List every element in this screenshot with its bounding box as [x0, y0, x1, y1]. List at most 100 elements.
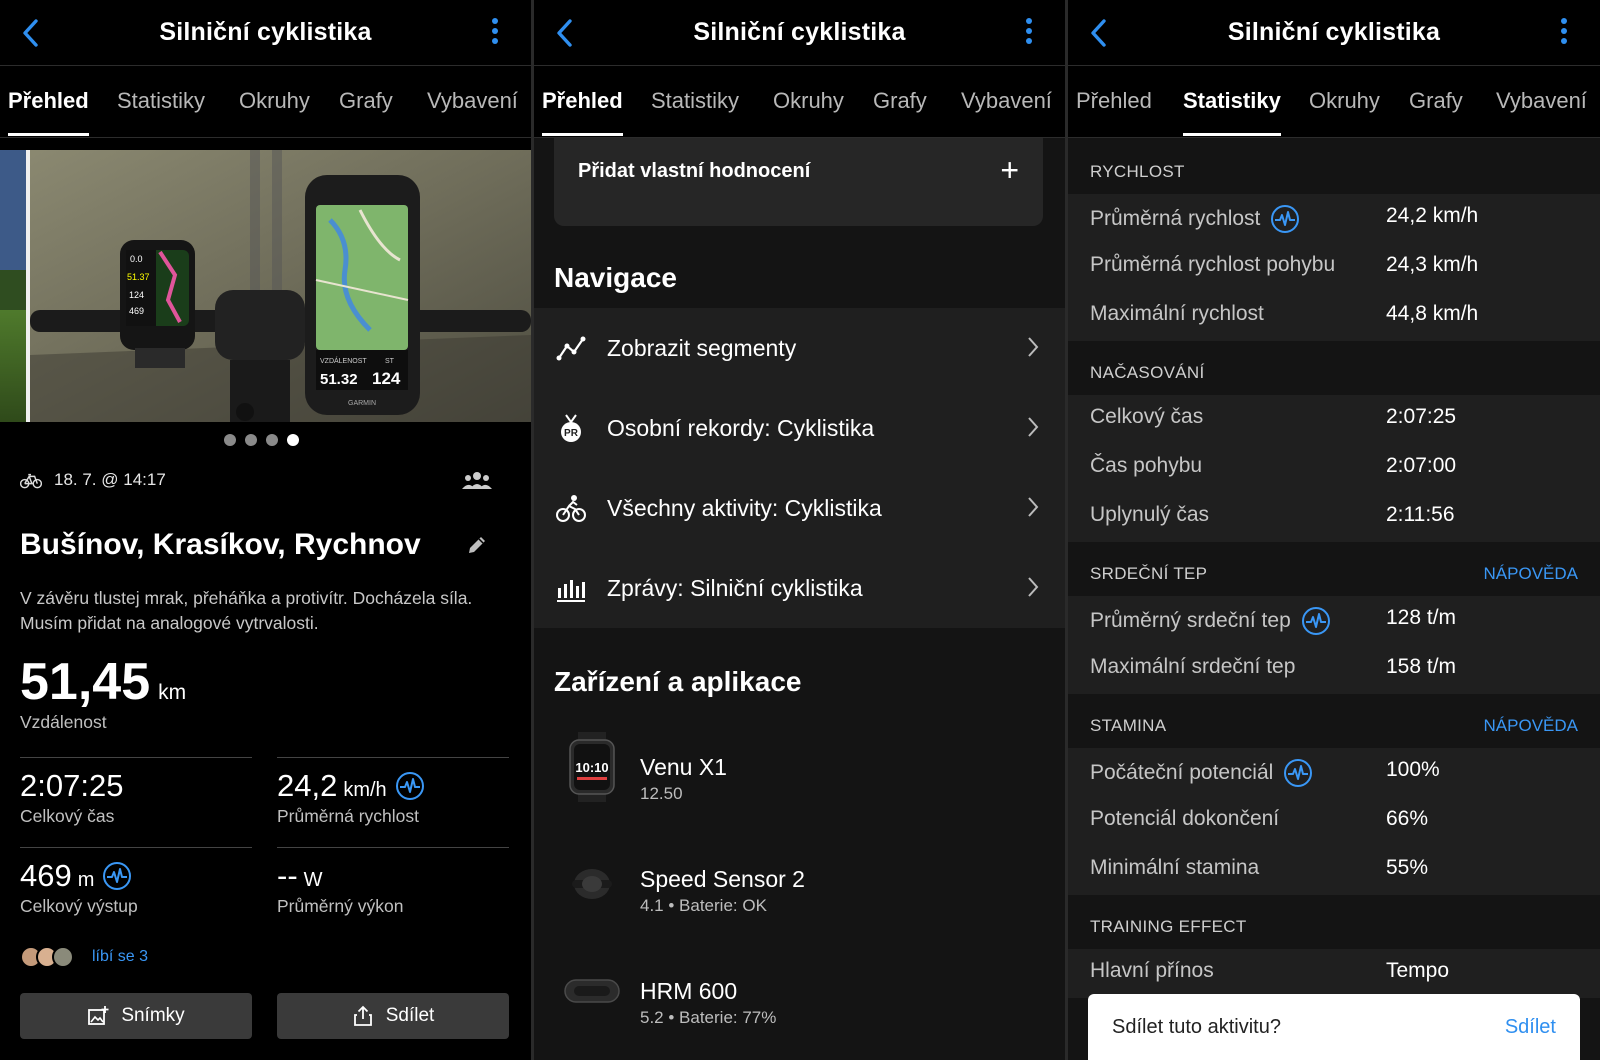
stat-row: Průměrná rychlost 24,2 km/h [1068, 194, 1600, 243]
svg-text:124: 124 [372, 369, 401, 388]
device-name: Venu X1 [640, 754, 727, 780]
watch-icon: 10:10 [569, 732, 615, 802]
photos-button[interactable]: Snímky [20, 993, 252, 1039]
tab-laps[interactable]: Okruhy [239, 88, 310, 114]
stat-label: Průměrná rychlost pohybu [1090, 253, 1336, 276]
tab-gear[interactable]: Vybavení [427, 88, 518, 114]
kebab-menu-icon[interactable] [1558, 18, 1570, 50]
section-label: TRAINING EFFECT [1090, 917, 1247, 936]
stat-value: 158 t/m [1386, 655, 1457, 678]
tab-laps[interactable]: Okruhy [773, 88, 844, 114]
overview-panel: Silniční cyklistika Přehled Statistiky O… [0, 0, 531, 1060]
page-title: Silniční cyklistika [159, 18, 372, 46]
tab-statistics[interactable]: Statistiky [117, 88, 205, 114]
share-icon [353, 1005, 372, 1026]
carousel-dot[interactable] [287, 434, 299, 446]
tab-gear[interactable]: Vybavení [961, 88, 1052, 114]
page-title: Silniční cyklistika [1227, 18, 1441, 46]
app-header: Silniční cyklistika [1068, 0, 1600, 66]
device-name: HRM 600 [640, 978, 738, 1004]
stat-row: Uplynulý čas 2:11:56 [1068, 493, 1600, 542]
stat-value: 128 t/m [1386, 606, 1457, 629]
stat-value: Tempo [1386, 959, 1450, 982]
tab-overview[interactable]: Přehled [1076, 88, 1152, 114]
segments-icon [556, 336, 586, 361]
svg-text:124: 124 [129, 290, 144, 300]
stat-label: Minimální stamina [1090, 856, 1260, 879]
carousel-dot[interactable] [224, 434, 236, 446]
stat-total-ascent: 469 m Celkový výstup [20, 847, 252, 917]
kebab-menu-icon[interactable] [489, 18, 501, 50]
share-prompt-button[interactable]: Sdílet [1505, 1016, 1556, 1039]
pencil-edit-icon[interactable] [466, 534, 488, 556]
pulse-insight-icon[interactable] [1301, 606, 1331, 636]
handlebar-photo-image: 0.0 51.37 124 469 VZDÁLENOST ST 51.32 12… [0, 150, 531, 422]
stat-value: 55% [1386, 856, 1429, 879]
share-prompt: Sdílet tuto aktivitu? Sdílet [1088, 994, 1580, 1060]
stat-section-block: Celkový čas 2:07:25 Čas pohybu 2:07:00 Uplyn… [1068, 395, 1600, 542]
section-label: SRDEČNÍ TEP [1090, 564, 1208, 583]
nav-item-segments[interactable]: Zobrazit segmenty [534, 308, 1065, 388]
carousel-dot[interactable] [245, 434, 257, 446]
tab-charts[interactable]: Grafy [339, 88, 393, 114]
add-rating-button[interactable]: Přidat vlastní hodnocení + [554, 138, 1043, 226]
tab-statistics[interactable]: Statistiky [651, 88, 739, 114]
nav-item-reports[interactable]: Zprávy: Silniční cyklistika [534, 548, 1065, 628]
carousel-dot[interactable] [266, 434, 278, 446]
tab-overview[interactable]: Přehled [542, 88, 623, 136]
section-label: NAČASOVÁNÍ [1090, 363, 1205, 382]
stat-row: Hlavní přínos Tempo [1068, 949, 1600, 998]
stat-label: Maximální rychlost [1090, 302, 1264, 325]
stat-row: Maximální srdeční tep 158 t/m [1068, 645, 1600, 694]
device-speed-sensor[interactable]: Speed Sensor 2 4.1 • Baterie: OK [534, 836, 1065, 946]
tab-statistics[interactable]: Statistiky [1183, 88, 1281, 136]
stat-value: 24,2 km/h [1386, 204, 1479, 227]
pulse-insight-icon[interactable] [1283, 758, 1313, 788]
stat-row: Počáteční potenciál 100% [1068, 748, 1600, 797]
share-prompt-text: Sdílet tuto aktivitu? [1112, 1016, 1281, 1038]
bar-chart-icon [557, 580, 585, 602]
likes-row[interactable]: líbí se 3 [20, 946, 148, 968]
nav-item-personal-records[interactable]: PR Osobní rekordy: Cyklistika [534, 388, 1065, 468]
stat-avg-speed: 24,2 km/h Průměrná rychlost [277, 757, 509, 827]
stat-value: 44,8 km/h [1386, 302, 1479, 325]
stat-row: Minimální stamina 55% [1068, 846, 1600, 895]
tab-gear[interactable]: Vybavení [1496, 88, 1587, 114]
pulse-insight-icon[interactable] [102, 861, 132, 891]
help-link[interactable]: NÁPOVĚDA [1484, 564, 1578, 584]
carousel-dots[interactable] [224, 433, 308, 447]
plus-icon: + [1000, 152, 1019, 188]
svg-text:10:10: 10:10 [575, 760, 608, 775]
nav-item-all-activities[interactable]: Všechny aktivity: Cyklistika [534, 468, 1065, 548]
device-details: 5.2 • Baterie: 77% [640, 1008, 777, 1027]
help-link[interactable]: NÁPOVĚDA [1484, 716, 1578, 736]
stat-row: Průměrná rychlost pohybu 24,3 km/h [1068, 243, 1600, 292]
device-hrm-600[interactable]: HRM 600 5.2 • Baterie: 77% [534, 948, 1065, 1058]
add-photo-icon [88, 1006, 109, 1025]
group-icon[interactable] [462, 470, 492, 490]
page-title: Silniční cyklistika [693, 18, 906, 46]
stat-value: 66% [1386, 807, 1429, 830]
device-venu-x1[interactable]: 10:10 Venu X1 12.50 [534, 724, 1065, 834]
stat-label: Průměrný srdeční tep [1090, 606, 1331, 636]
chevron-right-icon [1028, 577, 1039, 597]
stat-label: Průměrná rychlost [1090, 204, 1300, 234]
hrm-strap-icon [564, 979, 620, 1003]
share-button[interactable]: Sdílet [277, 993, 509, 1039]
stat-value: 100% [1386, 758, 1440, 781]
tab-charts[interactable]: Grafy [873, 88, 927, 114]
tab-bar: Přehled Statistiky Okruhy Grafy Vybavení [534, 66, 1065, 138]
pulse-insight-icon[interactable] [395, 771, 425, 801]
tab-overview[interactable]: Přehled [8, 88, 89, 136]
tab-charts[interactable]: Grafy [1409, 88, 1463, 114]
stat-label: Uplynulý čas [1090, 503, 1210, 526]
chevron-right-icon [1028, 497, 1039, 517]
tab-laps[interactable]: Okruhy [1309, 88, 1380, 114]
stat-row: Potenciál dokončení 66% [1068, 797, 1600, 846]
pulse-insight-icon[interactable] [1270, 204, 1300, 234]
kebab-menu-icon[interactable] [1023, 18, 1035, 50]
stat-avg-power: -- W Průměrný výkon [277, 847, 509, 917]
activity-photo[interactable]: 0.0 51.37 124 469 VZDÁLENOST ST 51.32 12… [0, 150, 531, 422]
likes-count-link[interactable]: líbí se 3 [92, 948, 148, 966]
stat-row: Maximální rychlost 44,8 km/h [1068, 292, 1600, 341]
